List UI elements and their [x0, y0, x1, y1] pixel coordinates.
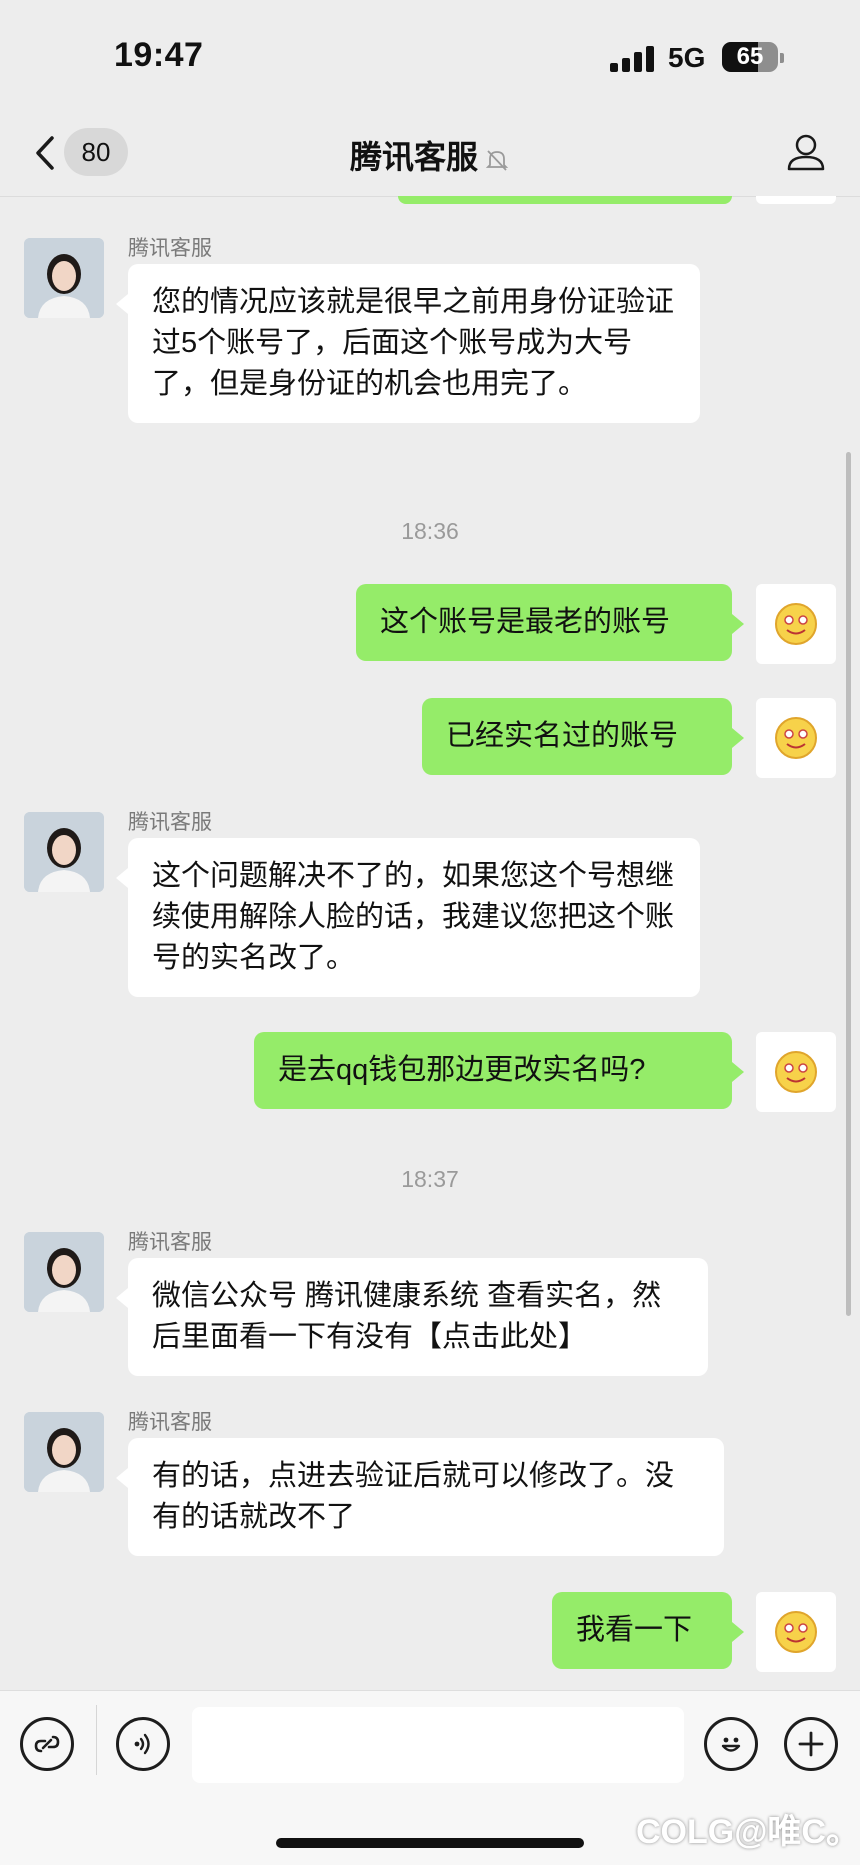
sender-name: 腾讯客服: [128, 1411, 212, 1434]
message-bubble[interactable]: 是去qq钱包那边更改实名吗?: [254, 1032, 744, 1109]
previous-avatar-edge: [756, 196, 836, 204]
message-bubble[interactable]: 微信公众号 腾讯健康系统 查看实名，然后里面看一下有没有【点击此处】: [116, 1258, 708, 1376]
mini-program-icon[interactable]: [20, 1717, 74, 1771]
message-input[interactable]: [192, 1707, 684, 1783]
agent-avatar[interactable]: [24, 1412, 104, 1492]
user-avatar[interactable]: [756, 1592, 836, 1672]
input-divider: [96, 1705, 97, 1775]
battery-icon: 65: [722, 42, 778, 72]
agent-avatar[interactable]: [24, 238, 104, 318]
chat-scrollbar[interactable]: [846, 452, 851, 1316]
smiley-avatar-icon: [775, 717, 817, 759]
user-avatar[interactable]: [756, 584, 836, 664]
user-avatar[interactable]: [756, 1032, 836, 1112]
previous-message-edge: [398, 196, 732, 204]
sender-name: 腾讯客服: [128, 1231, 212, 1254]
status-bar: 19:47 5G 65: [0, 0, 860, 110]
sender-name: 腾讯客服: [128, 811, 212, 834]
agent-avatar[interactable]: [24, 1232, 104, 1312]
home-indicator[interactable]: [276, 1838, 584, 1848]
person-icon[interactable]: [784, 130, 828, 174]
message-bubble[interactable]: 这个问题解决不了的，如果您这个号想继续使用解除人脸的话，我建议您把这个账号的实名…: [116, 838, 700, 997]
bell-slash-icon: [485, 149, 509, 171]
chat-header: 80 腾讯客服: [0, 110, 860, 197]
message-timestamp: 18:37: [401, 1166, 459, 1192]
plus-icon[interactable]: [784, 1717, 838, 1771]
chat-title: 腾讯客服: [0, 132, 860, 178]
status-time: 19:47: [114, 36, 204, 74]
message-bubble[interactable]: 有的话，点进去验证后就可以修改了。没有的话就改不了: [116, 1438, 724, 1556]
chat-title-text: 腾讯客服: [349, 139, 478, 175]
watermark: COLG@唯C。: [636, 1813, 860, 1851]
battery-level: 65: [736, 43, 764, 70]
message-bubble[interactable]: 已经实名过的账号: [422, 698, 744, 775]
network-type: 5G: [668, 42, 706, 73]
agent-avatar[interactable]: [24, 812, 104, 892]
message-bubble[interactable]: 这个账号是最老的账号: [356, 584, 744, 661]
smiley-avatar-icon: [775, 1611, 817, 1653]
sender-name: 腾讯客服: [128, 237, 212, 260]
message-bubble[interactable]: 您的情况应该就是很早之前用身份证验证过5个账号了，后面这个账号成为大号了，但是身…: [116, 264, 700, 423]
message-bubble[interactable]: 我看一下: [552, 1592, 744, 1669]
user-avatar[interactable]: [756, 698, 836, 778]
signal-icon: [610, 46, 656, 72]
message-timestamp: 18:36: [401, 518, 459, 544]
emoji-icon[interactable]: [704, 1717, 758, 1771]
battery-cap: [780, 53, 784, 63]
smiley-avatar-icon: [775, 603, 817, 645]
smiley-avatar-icon: [775, 1051, 817, 1093]
voice-icon[interactable]: [116, 1717, 170, 1771]
